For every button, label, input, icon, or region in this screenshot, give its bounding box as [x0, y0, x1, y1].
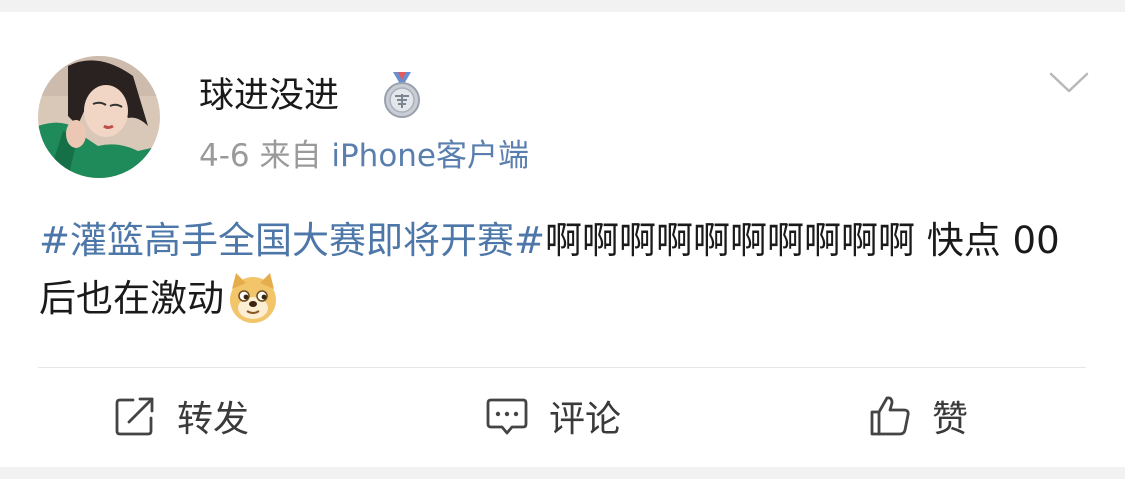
comment-label: 评论	[549, 399, 622, 440]
post-date: 4-6	[199, 138, 250, 174]
comment-icon	[485, 394, 529, 438]
topic-link[interactable]: #灌篮高手全国大赛即将开赛#	[39, 219, 545, 262]
source-link[interactable]: iPhone客户端	[331, 138, 529, 174]
avatar[interactable]	[38, 56, 160, 178]
divider	[38, 367, 1086, 368]
weibo-post-card: 球进没进 4-6 来自 iPhone客户端 #灌篮高手全国大赛即将开赛#啊啊啊啊…	[0, 12, 1125, 467]
share-icon	[113, 394, 157, 438]
like-label: 赞	[932, 399, 969, 440]
comment-button[interactable]: 评论	[485, 388, 621, 444]
thumbs-up-icon	[868, 394, 912, 438]
chevron-down-icon[interactable]	[1048, 70, 1090, 96]
doge-emoji-icon	[226, 271, 280, 325]
username[interactable]: 球进没进	[199, 74, 339, 118]
post-meta: 4-6 来自 iPhone客户端	[199, 136, 529, 176]
medal-icon[interactable]	[380, 70, 424, 120]
source-prefix: 来自	[259, 138, 322, 174]
repost-button[interactable]: 转发	[113, 388, 249, 444]
repost-label: 转发	[177, 399, 250, 440]
post-content: #灌篮高手全国大赛即将开赛#啊啊啊啊啊啊啊啊啊啊 快点 00后也在激动	[39, 212, 1089, 328]
like-button[interactable]: 赞	[868, 388, 968, 444]
